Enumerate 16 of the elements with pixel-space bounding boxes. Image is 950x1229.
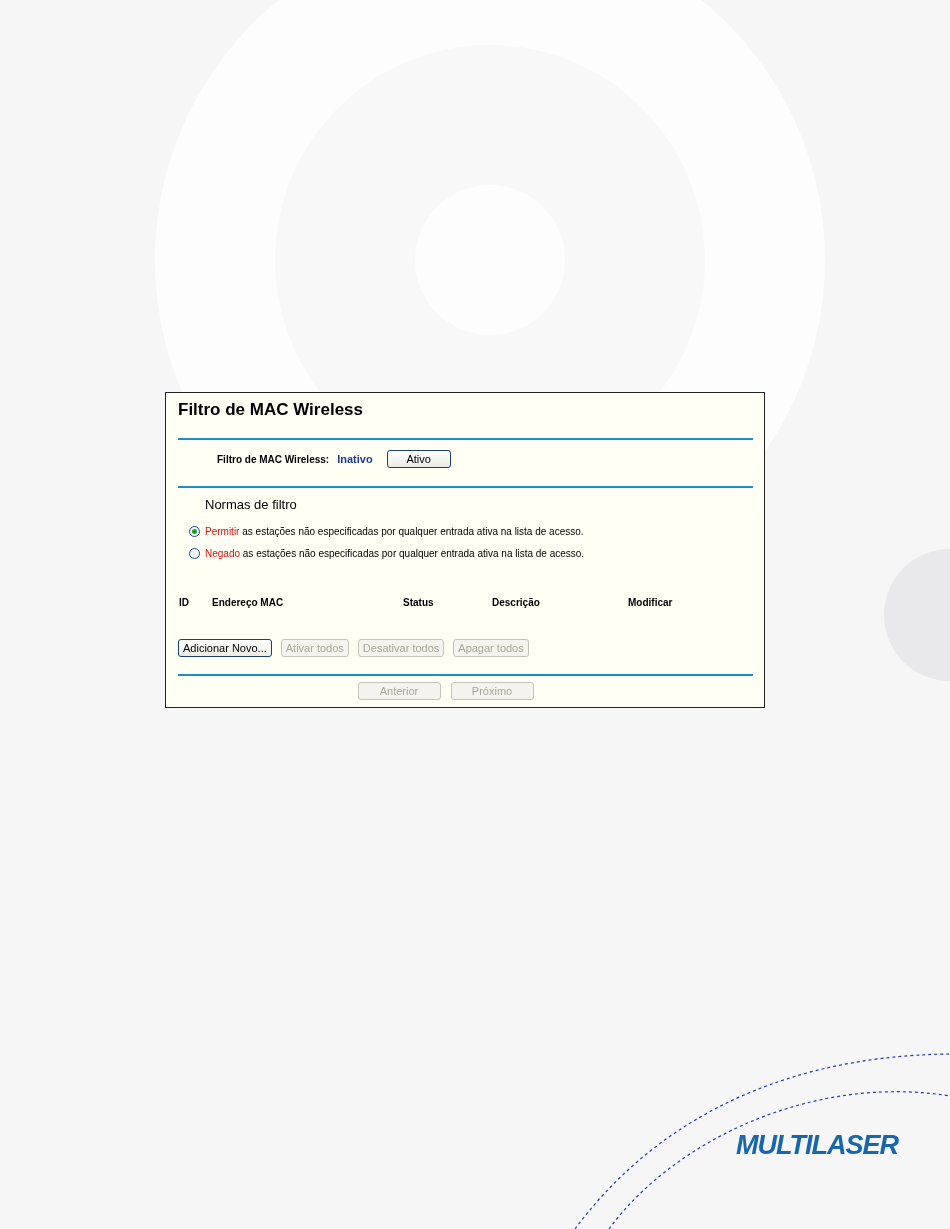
status-label: Filtro de MAC Wireless: bbox=[217, 453, 330, 465]
brand-logo: MULTILASER bbox=[736, 1129, 898, 1162]
column-header: Descrição bbox=[492, 597, 541, 608]
column-header: Modificar bbox=[628, 597, 674, 608]
option-label: Permitir as estações não especificadas por qualquer entrada ativa na lista de acesso. bbox=[205, 525, 584, 537]
radio-button[interactable] bbox=[189, 547, 200, 559]
page-title: Filtro de MAC Wireless bbox=[178, 400, 364, 421]
column-header: Endereço MAC bbox=[212, 597, 285, 608]
column-header: ID bbox=[179, 597, 190, 608]
activate-button[interactable]: Ativo bbox=[386, 450, 451, 468]
status-value: Inativo bbox=[337, 453, 373, 465]
section-heading: Normas de filtro bbox=[205, 497, 298, 512]
radio-button[interactable] bbox=[189, 525, 200, 537]
option-label: Negado as estações não especificadas por qualquer entrada ativa na lista de acesso. bbox=[205, 547, 585, 559]
action-button[interactable]: Adicionar Novo... bbox=[178, 639, 272, 657]
column-header: Status bbox=[403, 597, 435, 608]
